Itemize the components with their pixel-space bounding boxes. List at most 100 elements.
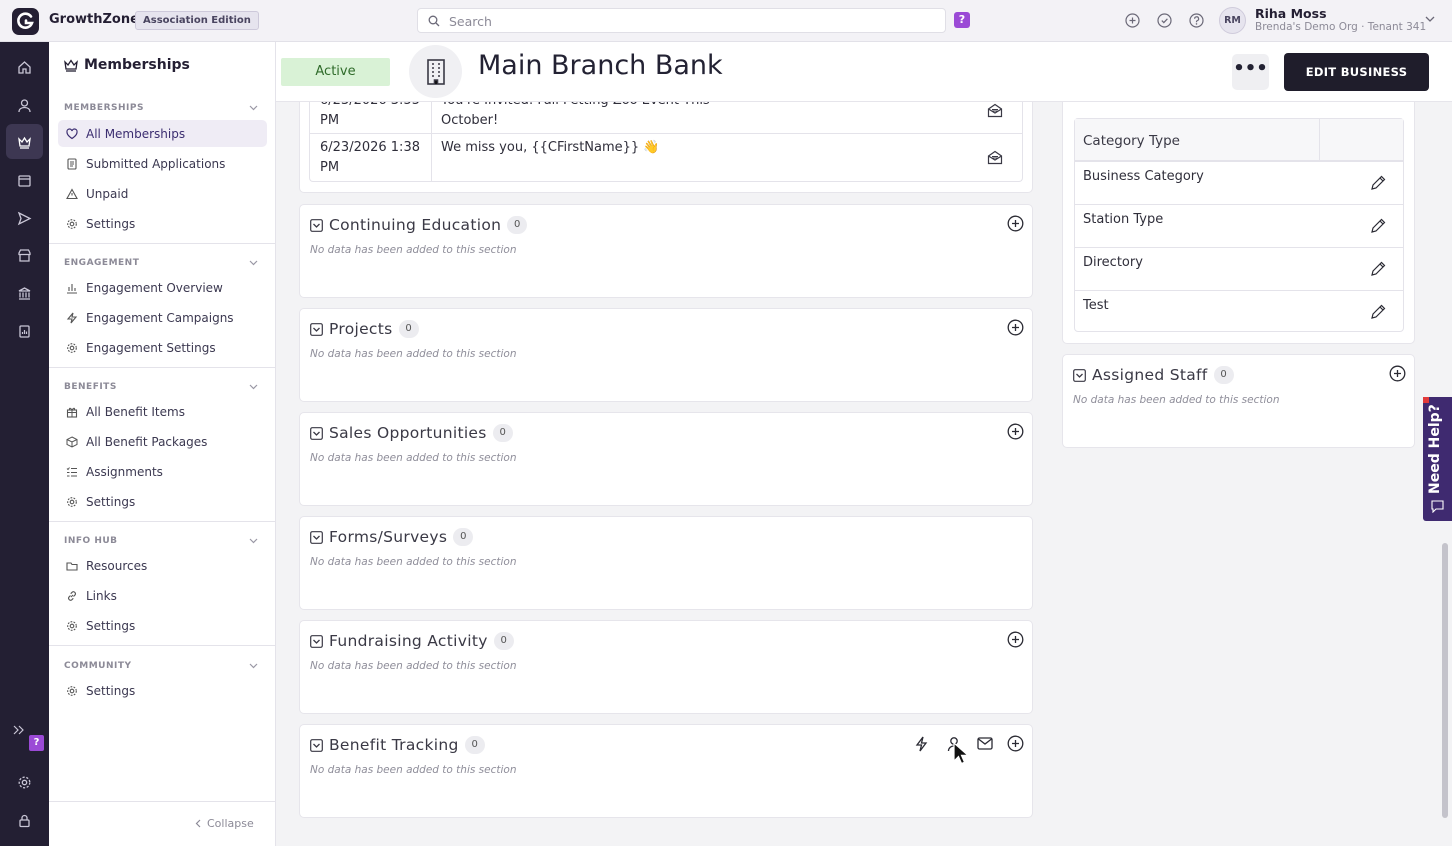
empty-message: No data has been added to this section bbox=[310, 556, 517, 568]
collapse-toggle-icon[interactable] bbox=[1073, 368, 1086, 382]
sidebar-item-unpaid[interactable]: Unpaid bbox=[58, 180, 267, 207]
rail-help-badge[interactable]: ? bbox=[29, 735, 44, 751]
chevron-down-icon[interactable] bbox=[249, 384, 258, 390]
search-input[interactable]: Search bbox=[417, 8, 946, 33]
lock-icon[interactable] bbox=[17, 813, 32, 828]
status-badge[interactable]: Active bbox=[281, 58, 390, 86]
count-badge: 0 bbox=[507, 216, 528, 234]
expand-icon[interactable] bbox=[13, 725, 25, 735]
section-forms-surveys: Forms/Surveys 0 No data has been added t… bbox=[299, 516, 1033, 610]
collapse-toggle-icon[interactable] bbox=[310, 738, 323, 752]
edit-pencil-icon[interactable] bbox=[1370, 261, 1386, 277]
table-row[interactable]: Directory bbox=[1075, 248, 1403, 291]
collapse-toggle-icon[interactable] bbox=[310, 530, 323, 544]
add-icon[interactable] bbox=[1007, 319, 1024, 336]
table-row[interactable]: Test bbox=[1075, 291, 1403, 334]
store-icon[interactable] bbox=[17, 248, 32, 263]
bank-icon[interactable] bbox=[17, 286, 32, 301]
growthzone-logo[interactable] bbox=[12, 8, 39, 35]
check-circle-icon[interactable] bbox=[1157, 13, 1172, 28]
chevron-down-icon[interactable] bbox=[249, 105, 258, 111]
user-avatar[interactable]: RM bbox=[1219, 7, 1246, 34]
section-title: Continuing Education bbox=[329, 216, 502, 234]
section-header[interactable]: Continuing Education 0 bbox=[310, 216, 528, 234]
lightning-icon[interactable] bbox=[915, 736, 928, 752]
sidebar-item-assignments[interactable]: Assignments bbox=[58, 458, 267, 485]
sidebar-item-all-benefit-packages[interactable]: All Benefit Packages bbox=[58, 428, 267, 455]
count-badge: 0 bbox=[493, 632, 514, 650]
add-circle-icon[interactable] bbox=[1125, 13, 1140, 28]
sidebar-item-submitted-applications[interactable]: Submitted Applications bbox=[58, 150, 267, 177]
category-name: Test bbox=[1083, 298, 1109, 313]
sidebar-item-links[interactable]: Links bbox=[58, 582, 267, 609]
add-icon[interactable] bbox=[1007, 735, 1024, 752]
add-icon[interactable] bbox=[1007, 631, 1024, 648]
add-icon[interactable] bbox=[1389, 365, 1406, 382]
opened-mail-icon[interactable] bbox=[987, 150, 1003, 165]
sidebar-item-all-benefit-items[interactable]: All Benefit Items bbox=[58, 398, 267, 425]
sidebar-item-infohub-settings[interactable]: Settings bbox=[58, 612, 267, 639]
collapse-toggle-icon[interactable] bbox=[310, 426, 323, 440]
edit-pencil-icon[interactable] bbox=[1370, 304, 1386, 320]
section-sales-opportunities: Sales Opportunities 0 No data has been a… bbox=[299, 412, 1033, 506]
help-circle-icon[interactable] bbox=[1189, 13, 1204, 28]
user-name[interactable]: Riha Moss bbox=[1255, 6, 1327, 21]
sidebar-item-label: All Benefit Packages bbox=[86, 434, 208, 449]
home-icon[interactable] bbox=[17, 60, 32, 75]
collapse-toggle-icon[interactable] bbox=[310, 218, 323, 232]
opened-mail-icon[interactable] bbox=[987, 103, 1003, 118]
memberships-crown-icon[interactable] bbox=[17, 135, 32, 150]
edit-pencil-icon[interactable] bbox=[1370, 218, 1386, 234]
chevron-down-icon[interactable] bbox=[249, 260, 258, 266]
edit-pencil-icon[interactable] bbox=[1370, 175, 1386, 191]
collapse-toggle-icon[interactable] bbox=[310, 634, 323, 648]
table-row[interactable]: Business Category bbox=[1075, 162, 1403, 205]
help-badge[interactable]: ? bbox=[954, 12, 970, 28]
section-header[interactable]: Projects 0 bbox=[310, 320, 419, 338]
notification-dot bbox=[1423, 397, 1429, 403]
edit-business-button[interactable]: EDIT BUSINESS bbox=[1284, 53, 1429, 91]
more-actions-button[interactable]: ••• bbox=[1232, 54, 1269, 90]
sidebar-item-engagement-settings[interactable]: Engagement Settings bbox=[58, 334, 267, 361]
sidebar-item-resources[interactable]: Resources bbox=[58, 552, 267, 579]
calendar-icon[interactable] bbox=[17, 173, 32, 188]
sidebar-item-label: Resources bbox=[86, 558, 148, 573]
section-header[interactable]: Assigned Staff 0 bbox=[1073, 366, 1234, 384]
section-title: Assigned Staff bbox=[1092, 366, 1208, 384]
collapse-toggle-icon[interactable] bbox=[310, 322, 323, 336]
chevron-down-icon[interactable] bbox=[1425, 16, 1435, 23]
categories-table: Category Type Business Category Station … bbox=[1074, 118, 1404, 332]
section-header[interactable]: Benefit Tracking 0 bbox=[310, 736, 485, 754]
count-badge: 0 bbox=[464, 736, 485, 754]
add-icon[interactable] bbox=[1007, 423, 1024, 440]
scrollbar[interactable] bbox=[1442, 543, 1448, 818]
sidebar-item-all-memberships[interactable]: All Memberships bbox=[58, 120, 267, 147]
sidebar-item-membership-settings[interactable]: Settings bbox=[58, 210, 267, 237]
section-header[interactable]: Forms/Surveys 0 bbox=[310, 528, 474, 546]
sidebar-item-community-settings[interactable]: Settings bbox=[58, 677, 267, 704]
heart-icon bbox=[66, 127, 78, 139]
sidebar-item-benefit-settings[interactable]: Settings bbox=[58, 488, 267, 515]
table-row[interactable]: Station Type bbox=[1075, 205, 1403, 248]
send-icon[interactable] bbox=[17, 211, 32, 226]
sidebar-item-label: Settings bbox=[86, 494, 136, 509]
section-header[interactable]: Fundraising Activity 0 bbox=[310, 632, 514, 650]
collapse-button[interactable]: Collapse bbox=[195, 817, 254, 830]
report-icon[interactable] bbox=[17, 324, 32, 339]
section-title: Projects bbox=[329, 320, 393, 338]
contacts-icon[interactable] bbox=[17, 98, 32, 113]
sidebar-item-engagement-campaigns[interactable]: Engagement Campaigns bbox=[58, 304, 267, 331]
add-icon[interactable] bbox=[1007, 215, 1024, 232]
section-title: Forms/Surveys bbox=[329, 528, 448, 546]
email-icon[interactable] bbox=[977, 737, 993, 750]
sidebar-item-label: Engagement Overview bbox=[86, 280, 223, 295]
chevron-down-icon[interactable] bbox=[249, 663, 258, 669]
need-help-tab[interactable]: Need Help? bbox=[1423, 397, 1452, 521]
section-header[interactable]: Sales Opportunities 0 bbox=[310, 424, 513, 442]
sidebar-item-engagement-overview[interactable]: Engagement Overview bbox=[58, 274, 267, 301]
chevron-left-icon bbox=[195, 819, 201, 828]
chevron-down-icon[interactable] bbox=[249, 538, 258, 544]
settings-gear-icon[interactable] bbox=[17, 775, 32, 790]
empty-message: No data has been added to this section bbox=[310, 764, 517, 776]
section-heading-community: COMMUNITY bbox=[64, 661, 132, 671]
